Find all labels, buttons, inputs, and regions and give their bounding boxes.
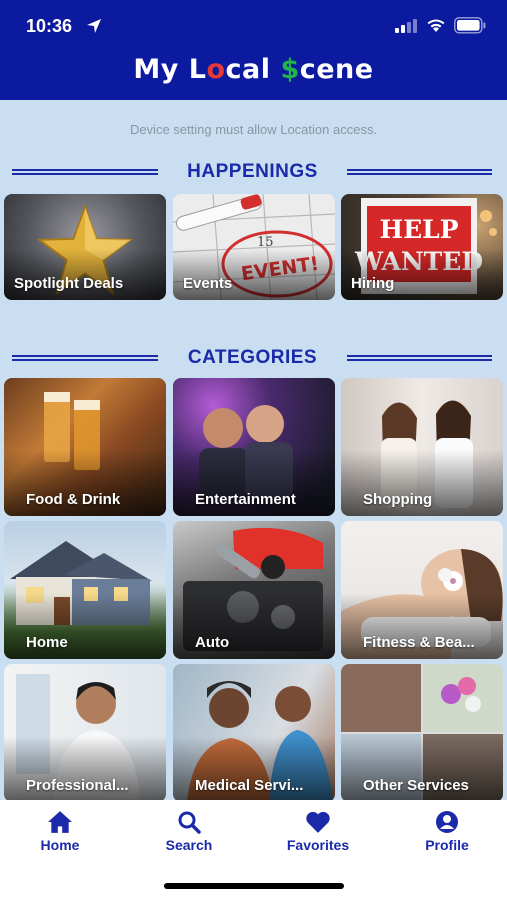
tab-label: Search (165, 837, 213, 853)
tab-home[interactable]: Home (15, 810, 105, 853)
happenings-title: HAPPENINGS (187, 161, 318, 182)
svg-text:HELP: HELP (379, 215, 458, 244)
heart-icon (306, 811, 330, 833)
categories-heading: CATEGORIES (0, 345, 507, 371)
logo-text-part: cal (225, 54, 281, 85)
tab-label: Home (40, 837, 80, 853)
tab-label: Favorites (286, 837, 350, 853)
status-bar: 10:36 (0, 0, 507, 50)
tile-food-drink[interactable]: Food & Drink (4, 378, 166, 516)
logo-map-pin-letter: o (206, 54, 226, 85)
tile-entertainment[interactable]: Entertainment (173, 378, 335, 516)
tile-label: Auto (195, 634, 230, 651)
divider (347, 169, 492, 175)
happenings-heading: HAPPENINGS (0, 159, 507, 185)
tile-label: Events (183, 275, 233, 292)
home-indicator (164, 883, 344, 889)
search-icon (178, 811, 201, 834)
tile-medical-services[interactable]: Medical Servi... (173, 664, 335, 802)
tile-label: Other Services (363, 777, 469, 794)
app-header: 10:36 My Local $cene (0, 0, 507, 100)
divider (12, 355, 158, 361)
tab-favorites[interactable]: Favorites (273, 810, 363, 853)
categories-title: CATEGORIES (187, 347, 318, 368)
tile-other-services[interactable]: Other Services (341, 664, 503, 802)
tab-profile[interactable]: Profile (402, 810, 492, 853)
location-arrow-icon (87, 19, 101, 33)
divider (347, 355, 492, 361)
tile-label: Spotlight Deals (14, 275, 124, 292)
home-icon (48, 811, 72, 833)
svg-text:15: 15 (257, 235, 274, 250)
tile-label: Fitness & Bea... (363, 634, 475, 651)
tile-events[interactable]: 15 EVENT! Events (173, 194, 335, 300)
app-logo: My Local $cene (0, 50, 507, 90)
tile-spotlight-deals[interactable]: Spotlight Deals (4, 194, 166, 300)
tile-home[interactable]: Home (4, 521, 166, 659)
battery-icon (454, 17, 486, 34)
tile-professional[interactable]: Professional... (4, 664, 166, 802)
logo-text-part: cene (299, 54, 374, 85)
wifi-icon (427, 19, 445, 32)
tab-label: Profile (425, 837, 469, 853)
location-notice: Device setting must allow Location acces… (129, 122, 378, 137)
tile-shopping[interactable]: Shopping (341, 378, 503, 516)
tile-hiring[interactable]: HELP WANTED Hiring (341, 194, 503, 300)
tile-fitness-beauty[interactable]: Fitness & Bea... (341, 521, 503, 659)
tile-auto[interactable]: Auto (173, 521, 335, 659)
profile-icon (436, 811, 458, 833)
cellular-signal-icon (395, 19, 417, 33)
tile-label: Hiring (351, 275, 395, 292)
tab-search[interactable]: Search (144, 810, 234, 853)
tile-label: Medical Servi... (195, 777, 304, 794)
logo-dollar-letter: $ (280, 54, 300, 85)
logo-text-part: My L (133, 54, 207, 85)
tile-label: Professional... (26, 777, 129, 794)
tile-label: Entertainment (195, 491, 296, 508)
tile-label: Food & Drink (26, 491, 121, 508)
divider (12, 169, 158, 175)
tile-label: Shopping (363, 491, 433, 508)
tile-label: Home (26, 634, 68, 651)
status-time: 10:36 (26, 16, 73, 36)
